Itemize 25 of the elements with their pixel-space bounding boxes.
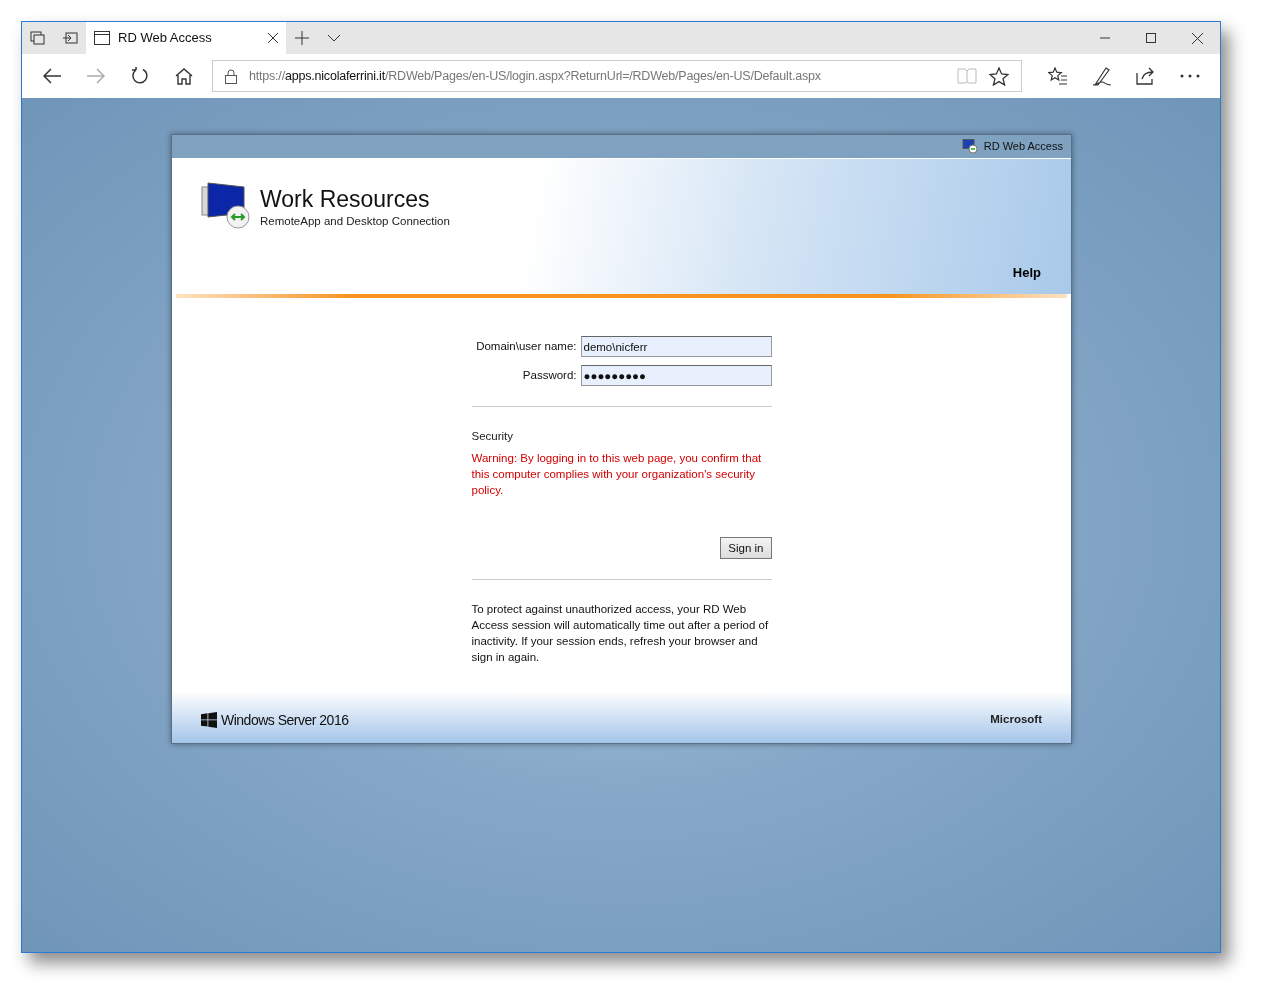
help-link[interactable]: Help <box>1012 262 1041 282</box>
windows-logo-icon <box>201 712 217 728</box>
top-bar-label: RD Web Access <box>983 139 1063 155</box>
address-bar[interactable]: https://apps.nicolaferrini.it/RDWeb/Pages/en-US/login.aspx?ReturnUrl=/RDWeb/Pages/en-US/Default.aspx <box>212 60 1022 92</box>
page-title: Work Resources <box>260 185 431 213</box>
page-icon <box>94 31 110 45</box>
url-text: https://apps.nicolaferrini.it/RDWeb/Pages/en-US/login.aspx?ReturnUrl=/RDWeb/Pages/en-US/Default.aspx <box>249 67 822 85</box>
field-label: Password: <box>521 367 577 383</box>
product-name: Windows Server 2016 <box>221 710 349 730</box>
lock-icon <box>225 68 237 84</box>
sign-in-button[interactable]: Sign in <box>720 537 772 560</box>
star-icon[interactable] <box>989 66 1009 86</box>
input-field[interactable]: demo\nicferr <box>580 336 772 357</box>
computer-icon <box>961 139 978 154</box>
input-field[interactable]: ●●●●●●●●● <box>580 365 772 386</box>
warning-text: Warning: By logging in to this web page, you confirm that this computer complies with your organization's security policy. <box>471 451 763 499</box>
session-timeout-notice: To protect against unauthorized access, your RD Web Access session will automatically time out after a period of inactivity. If your session ends, refresh your browser and sign in again. <box>471 602 770 666</box>
remote-desktop-icon <box>200 181 250 229</box>
section-heading: Security <box>471 429 515 444</box>
close-icon[interactable] <box>268 33 278 43</box>
field-label: Domain\user name: <box>475 338 577 354</box>
browser-tab[interactable]: RD Web Access <box>86 22 286 54</box>
tab-title: RD Web Access <box>118 29 213 48</box>
vendor-name: Microsoft <box>990 712 1042 728</box>
page-subtitle: RemoteApp and Desktop Connection <box>260 214 450 229</box>
